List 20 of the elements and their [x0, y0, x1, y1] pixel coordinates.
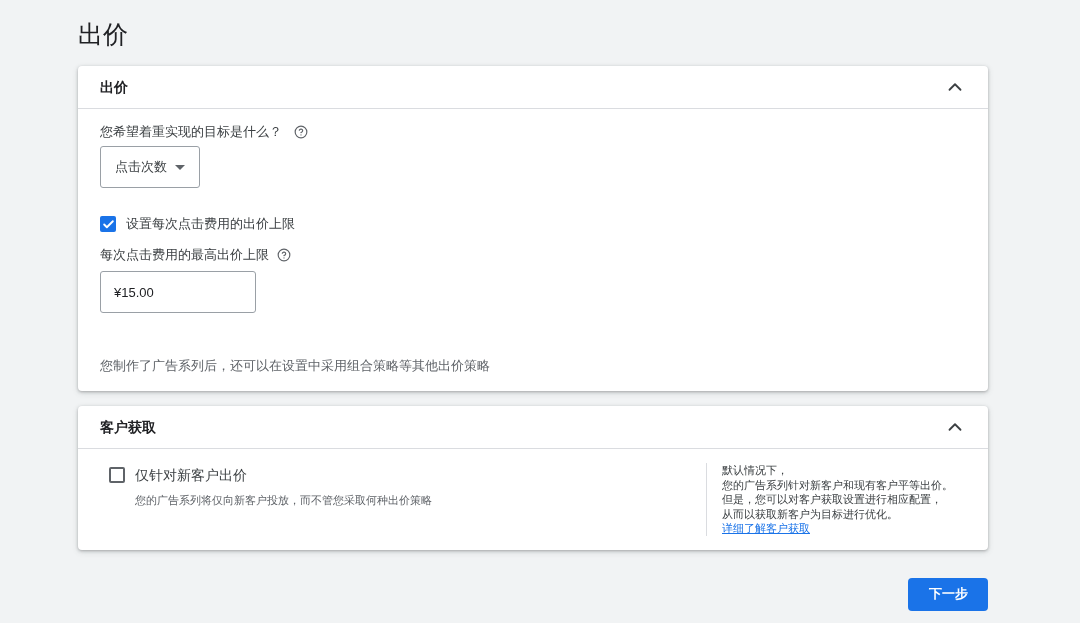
section-title: 出价: [100, 77, 128, 97]
checkbox-label: 仅针对新客户出价: [135, 465, 247, 485]
checkbox[interactable]: [100, 216, 116, 232]
option-description: 您的广告系列将仅向新客户投放，而不管您采取何种出价策略: [135, 493, 432, 507]
info-text: 默认情况下， 您的广告系列针对新客户和现有客户平等出价。 但是，您可以对客户获取设置进行相应配置， 从而以获取新客户为目标进行优化。: [722, 463, 953, 521]
field-label: 您希望着重实现的目标是什么？: [100, 123, 282, 142]
next-button[interactable]: 下一步: [908, 577, 988, 611]
checkbox[interactable]: [109, 467, 125, 483]
goal-dropdown[interactable]: 点击次数: [100, 146, 200, 188]
section-title: 客户获取: [100, 417, 156, 437]
checkmark-icon: [101, 217, 115, 231]
page-title: 出价: [78, 19, 128, 50]
checkbox-label: 设置每次点击费用的出价上限: [126, 215, 295, 234]
note-text: 您制作了广告系列后，还可以在设置中采用组合策略等其他出价策略: [100, 357, 490, 375]
learn-more-link[interactable]: 详细了解客户获取: [722, 521, 810, 536]
help-icon[interactable]: [294, 125, 308, 139]
field-label: 每次点击费用的最高出价上限: [100, 246, 269, 265]
bid-limit-input[interactable]: ¥15.00: [100, 271, 256, 313]
help-icon[interactable]: [277, 248, 291, 262]
dropdown-caret-icon: [175, 164, 185, 170]
